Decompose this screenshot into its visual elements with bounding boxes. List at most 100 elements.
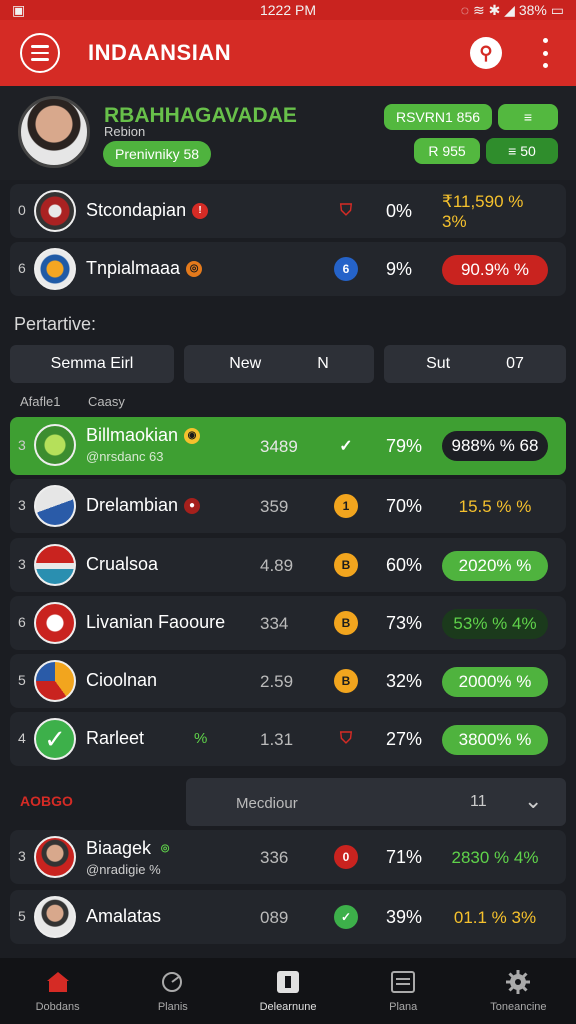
row-score: 2000% % bbox=[442, 667, 548, 697]
row-percent: 27% bbox=[386, 729, 423, 749]
check-logo-icon: ✓ bbox=[34, 718, 76, 760]
row-name: Cioolnan bbox=[86, 670, 158, 690]
secondary-section: AOBGO Mecdiour 11 ⌄ bbox=[10, 776, 566, 826]
shield-icon: ⛉ bbox=[339, 730, 352, 747]
column-header[interactable]: Caasy bbox=[88, 394, 125, 409]
table-row[interactable]: 5 Amalatas 089 ✓ 39% 01.1 % 3% bbox=[10, 890, 566, 944]
team-logo bbox=[34, 602, 76, 644]
row-score: 90.9% % bbox=[442, 255, 548, 285]
row-value: 3489 bbox=[260, 437, 298, 456]
row-percent: 32% bbox=[386, 671, 423, 691]
row-name: Tnpialmaaa ◎ bbox=[86, 258, 203, 279]
dropdown-count: 11 bbox=[470, 793, 487, 810]
row-percent: 0% bbox=[386, 201, 413, 221]
table-row[interactable]: 3 Crualsoa 4.89 B 60% 2020% % bbox=[10, 538, 566, 592]
row-score: 3800% % bbox=[442, 725, 548, 755]
row-name: Biaagek ◎ bbox=[86, 838, 170, 858]
row-value: 359 bbox=[260, 497, 289, 516]
coin-icon: B bbox=[334, 611, 358, 635]
row-name: Billmaokian ◉ bbox=[86, 425, 201, 446]
search-button[interactable]: ⚲ bbox=[470, 37, 502, 69]
list-item[interactable]: 0 Stcondapian! ⛉ 0% ₹11,590 % 3% bbox=[10, 184, 566, 238]
table-row[interactable]: 3 Billmaokian ◉ @nrsdanc 63 3489 ✓ 79% 98… bbox=[10, 417, 566, 475]
row-score: 2020% % bbox=[442, 551, 548, 581]
sort-dropdown[interactable]: Mecdiour 11 ⌄ bbox=[186, 778, 566, 826]
row-rank: 6 bbox=[18, 260, 26, 276]
dropdown-value: Mecdiour bbox=[236, 795, 298, 812]
row-score: ₹11,590 % 3% bbox=[442, 192, 524, 231]
avatar[interactable] bbox=[18, 96, 90, 168]
table-row[interactable]: 5 Cioolnan 2.59 B 32% 2000% % bbox=[10, 654, 566, 708]
section-title: Pertartive: bbox=[14, 314, 97, 334]
row-value: 334 bbox=[260, 614, 289, 633]
list-icon bbox=[390, 969, 416, 995]
coin-icon: B bbox=[334, 669, 358, 693]
team-logo bbox=[34, 485, 76, 527]
status-icons: ◌ ≋ ✱ ◢ 38% ▭ bbox=[460, 1, 564, 18]
info-icon: 6 bbox=[334, 257, 358, 281]
nav-label: Delearnune bbox=[259, 1001, 317, 1013]
check-icon: ✓ bbox=[339, 438, 353, 455]
search-icon: ⚲ bbox=[479, 42, 493, 63]
row-rank: 5 bbox=[18, 672, 26, 688]
team-logo bbox=[34, 660, 76, 702]
section-label: AOBGO bbox=[20, 793, 73, 809]
nav-list[interactable]: Plana bbox=[346, 958, 461, 1024]
stat-pill-1[interactable]: RSVRN1 856 bbox=[384, 104, 492, 130]
row-rank: 3 bbox=[18, 437, 26, 453]
table-row[interactable]: 4 ✓ Rarleet % 1.31 ⛉ 27% 3800% % bbox=[10, 712, 566, 766]
coin-icon: B bbox=[334, 553, 358, 577]
nav-label: Toneancine bbox=[490, 1001, 547, 1013]
profile-tag[interactable]: Prenivniky 58 bbox=[103, 141, 212, 167]
table-row[interactable]: 3 Biaagek ◎ @nradigie % 336 0 71% 2830 % … bbox=[10, 830, 566, 884]
stat-pill-4[interactable]: ≡ 50 bbox=[486, 138, 558, 164]
row-name: Drelambian ● bbox=[86, 495, 201, 516]
row-value: 089 bbox=[260, 908, 289, 927]
profile-subtitle: Rebion bbox=[104, 124, 146, 139]
row-rank: 5 bbox=[18, 908, 26, 924]
row-rank: 4 bbox=[18, 730, 26, 746]
stat-pill-2[interactable]: ≡ bbox=[498, 104, 558, 130]
row-score: 01.1 % 3% bbox=[453, 908, 537, 927]
column-header[interactable]: Afafle1 bbox=[20, 394, 60, 409]
row-percent: 71% bbox=[386, 847, 423, 867]
nav-center[interactable]: Delearnune bbox=[230, 958, 345, 1024]
stat-pill-3[interactable]: R 955 bbox=[414, 138, 480, 164]
row-value: 336 bbox=[260, 848, 289, 867]
nav-label: Plana bbox=[389, 1001, 418, 1013]
player-avatar bbox=[34, 836, 76, 878]
player-avatar bbox=[34, 896, 76, 938]
nav-label: Planis bbox=[157, 1001, 188, 1013]
team-logo bbox=[34, 544, 76, 586]
list-item[interactable]: 6 Tnpialmaaa ◎ 6 9% 90.9% % bbox=[10, 242, 566, 296]
settings-icon bbox=[505, 969, 531, 995]
row-percent: 9% bbox=[386, 259, 413, 279]
nav-settings[interactable]: Toneancine bbox=[461, 958, 576, 1024]
row-percent: 79% bbox=[386, 436, 423, 456]
row-percent: 39% bbox=[386, 907, 423, 927]
nav-home[interactable]: Dobdans bbox=[0, 958, 115, 1024]
filter-1[interactable]: Semma Eirl bbox=[10, 345, 174, 383]
row-percent: 73% bbox=[386, 613, 423, 633]
alert-icon: 0 bbox=[334, 845, 358, 869]
row-name: Amalatas bbox=[86, 906, 162, 926]
table-row[interactable]: 6 Livanian Faooure 334 B 73% 53% % 4% bbox=[10, 596, 566, 650]
row-handle: @nradigie % bbox=[86, 862, 161, 877]
row-rank: 3 bbox=[18, 848, 26, 864]
row-name: Crualsoa bbox=[86, 554, 159, 574]
more-menu-button[interactable] bbox=[538, 38, 552, 68]
profile-header: RBAHHAGAVADAE Rebion Prenivniky 58 RSVRN… bbox=[0, 86, 576, 180]
row-name: Livanian Faooure bbox=[86, 612, 226, 632]
nav-plans[interactable]: Planis bbox=[115, 958, 230, 1024]
filter-2[interactable]: New N bbox=[184, 345, 374, 383]
filter-3[interactable]: Sut 07 bbox=[384, 345, 566, 383]
row-name: Stcondapian! bbox=[86, 200, 209, 221]
check-icon: ✓ bbox=[334, 905, 358, 929]
row-value: 4.89 bbox=[260, 556, 294, 575]
row-extra: % bbox=[194, 730, 208, 747]
table-row[interactable]: 3 Drelambian ● 359 1 70% 15.5 % % bbox=[10, 479, 566, 533]
team-logo bbox=[34, 190, 76, 232]
row-name: Rarleet bbox=[86, 728, 145, 748]
menu-button[interactable] bbox=[20, 33, 60, 73]
row-score: 53% % 4% bbox=[442, 609, 548, 639]
